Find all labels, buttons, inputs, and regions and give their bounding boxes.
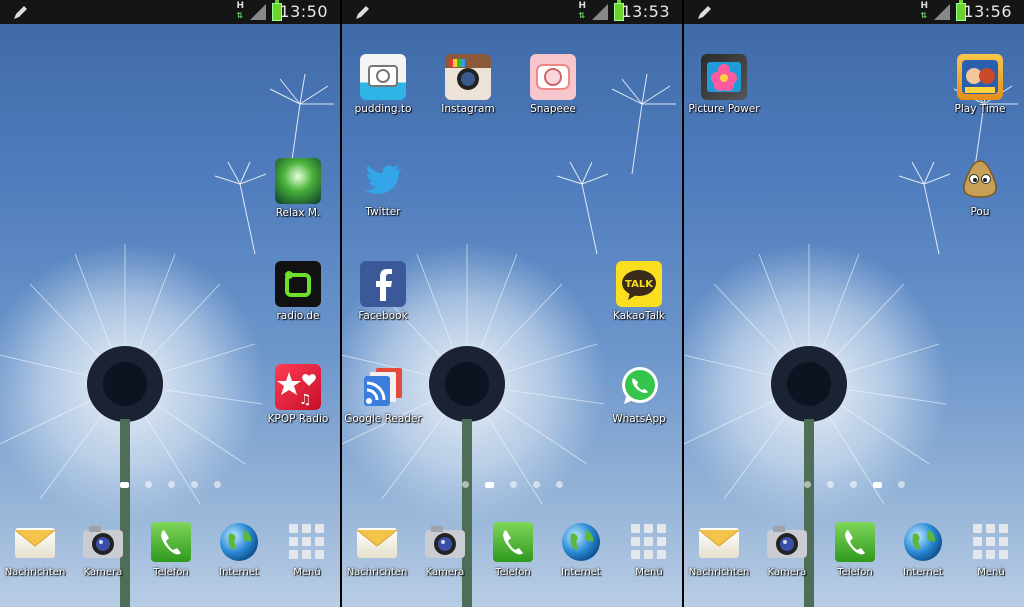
page-dot[interactable] bbox=[167, 481, 175, 488]
network-type-icon: H ⇅ bbox=[920, 1, 928, 21]
radio-de-icon bbox=[275, 261, 321, 307]
picture-power-icon bbox=[701, 54, 747, 100]
pen-icon bbox=[698, 6, 711, 19]
dock-camera[interactable]: Kamera bbox=[410, 520, 480, 579]
dock-messages[interactable]: Nachrichten bbox=[684, 520, 754, 579]
dock: Nachrichten Kamera Telefon Internet Menü bbox=[0, 512, 340, 602]
whatsapp-icon bbox=[616, 364, 662, 410]
app-radio-de[interactable]: radio.de bbox=[258, 261, 338, 322]
play-time-icon bbox=[957, 54, 1003, 100]
pen-icon bbox=[356, 6, 369, 19]
twitter-icon bbox=[360, 157, 406, 203]
signal-strength-icon bbox=[250, 4, 266, 20]
app-instagram[interactable]: Instagram bbox=[428, 54, 508, 115]
home-screen-3: H ⇅ 13:56 Picture Power Play Time Pou Nac… bbox=[684, 0, 1024, 607]
dock-camera[interactable]: Kamera bbox=[752, 520, 822, 579]
messages-icon bbox=[356, 528, 398, 558]
page-dot[interactable] bbox=[872, 482, 882, 488]
page-dot[interactable] bbox=[897, 481, 905, 488]
relax-melodies-icon bbox=[275, 158, 321, 204]
home-screen-1: H ⇅ 13:50 Relax M. radio.de ♫ KPOP Radio … bbox=[0, 0, 340, 607]
page-indicator bbox=[0, 473, 340, 488]
page-dot[interactable] bbox=[803, 481, 811, 488]
app-twitter[interactable]: Twitter bbox=[343, 157, 423, 218]
dock-menu[interactable]: Menü bbox=[956, 520, 1024, 579]
app-snapeee[interactable]: Snapeee bbox=[513, 54, 593, 115]
page-dot[interactable] bbox=[119, 482, 129, 488]
status-bar: H ⇅ 13:50 bbox=[0, 0, 340, 24]
page-dot[interactable] bbox=[190, 481, 198, 488]
dock-menu[interactable]: Menü bbox=[272, 520, 340, 579]
camera-icon bbox=[425, 526, 465, 558]
app-play-time[interactable]: Play Time bbox=[940, 54, 1020, 115]
dock-internet[interactable]: Internet bbox=[546, 520, 616, 579]
pudding-camera-icon bbox=[360, 54, 406, 100]
dock-messages[interactable]: Nachrichten bbox=[342, 520, 412, 579]
page-dot[interactable] bbox=[509, 481, 517, 488]
status-clock: 13:56 bbox=[963, 2, 1012, 21]
google-reader-icon bbox=[360, 364, 406, 410]
kakaotalk-icon: TALK bbox=[616, 261, 662, 307]
phone-icon bbox=[835, 522, 875, 562]
signal-strength-icon bbox=[934, 4, 950, 20]
pen-icon bbox=[14, 6, 27, 19]
page-dot[interactable] bbox=[826, 481, 834, 488]
status-clock: 13:53 bbox=[621, 2, 670, 21]
globe-icon bbox=[220, 523, 258, 561]
facebook-icon bbox=[360, 261, 406, 307]
dock-messages[interactable]: Nachrichten bbox=[0, 520, 70, 579]
app-relax-melodies[interactable]: Relax M. bbox=[258, 158, 338, 219]
app-facebook[interactable]: Facebook bbox=[343, 261, 423, 322]
dock-internet[interactable]: Internet bbox=[888, 520, 958, 579]
pou-icon bbox=[957, 157, 1003, 203]
app-grid-icon bbox=[289, 524, 324, 559]
app-picture-power[interactable]: Picture Power bbox=[684, 54, 764, 115]
svg-text:TALK: TALK bbox=[625, 279, 654, 290]
status-bar: H ⇅ 13:56 bbox=[684, 0, 1024, 24]
dock: Nachrichten Kamera Telefon Internet Menü bbox=[684, 512, 1024, 602]
page-indicator bbox=[684, 473, 1024, 488]
dock-phone[interactable]: Telefon bbox=[820, 520, 890, 579]
dock-internet[interactable]: Internet bbox=[204, 520, 274, 579]
signal-strength-icon bbox=[592, 4, 608, 20]
snapeee-icon bbox=[530, 54, 576, 100]
messages-icon bbox=[14, 528, 56, 558]
globe-icon bbox=[562, 523, 600, 561]
network-type-icon: H ⇅ bbox=[578, 1, 586, 21]
page-dot[interactable] bbox=[849, 481, 857, 488]
app-kakaotalk[interactable]: TALK KakaoTalk bbox=[599, 261, 679, 322]
phone-icon bbox=[493, 522, 533, 562]
app-grid-icon bbox=[973, 524, 1008, 559]
page-indicator bbox=[342, 473, 682, 488]
messages-icon bbox=[698, 528, 740, 558]
page-dot[interactable] bbox=[144, 481, 152, 488]
app-google-reader[interactable]: Google Reader bbox=[343, 364, 423, 425]
page-dot[interactable] bbox=[555, 481, 563, 488]
dock-camera[interactable]: Kamera bbox=[68, 520, 138, 579]
network-type-icon: H ⇅ bbox=[236, 1, 244, 21]
page-dot[interactable] bbox=[461, 481, 469, 488]
status-bar: H ⇅ 13:53 bbox=[342, 0, 682, 24]
app-kpop-radio[interactable]: ♫ KPOP Radio bbox=[258, 364, 338, 425]
kpop-radio-icon: ♫ bbox=[275, 364, 321, 410]
dock-menu[interactable]: Menü bbox=[614, 520, 682, 579]
globe-icon bbox=[904, 523, 942, 561]
camera-icon bbox=[767, 526, 807, 558]
dock-phone[interactable]: Telefon bbox=[478, 520, 548, 579]
dock-phone[interactable]: Telefon bbox=[136, 520, 206, 579]
page-dot[interactable] bbox=[484, 482, 494, 488]
dock: Nachrichten Kamera Telefon Internet Menü bbox=[342, 512, 682, 602]
status-clock: 13:50 bbox=[279, 2, 328, 21]
app-whatsapp[interactable]: WhatsApp bbox=[599, 364, 679, 425]
phone-icon bbox=[151, 522, 191, 562]
page-dot[interactable] bbox=[532, 481, 540, 488]
instagram-icon bbox=[445, 54, 491, 100]
app-pou[interactable]: Pou bbox=[940, 157, 1020, 218]
home-screen-2: H ⇅ 13:53 pudding.to Instagram Snapeee Tw… bbox=[342, 0, 682, 607]
app-grid-icon bbox=[631, 524, 666, 559]
camera-icon bbox=[83, 526, 123, 558]
page-dot[interactable] bbox=[213, 481, 221, 488]
app-pudding-to[interactable]: pudding.to bbox=[343, 54, 423, 115]
svg-text:♫: ♫ bbox=[299, 392, 312, 408]
